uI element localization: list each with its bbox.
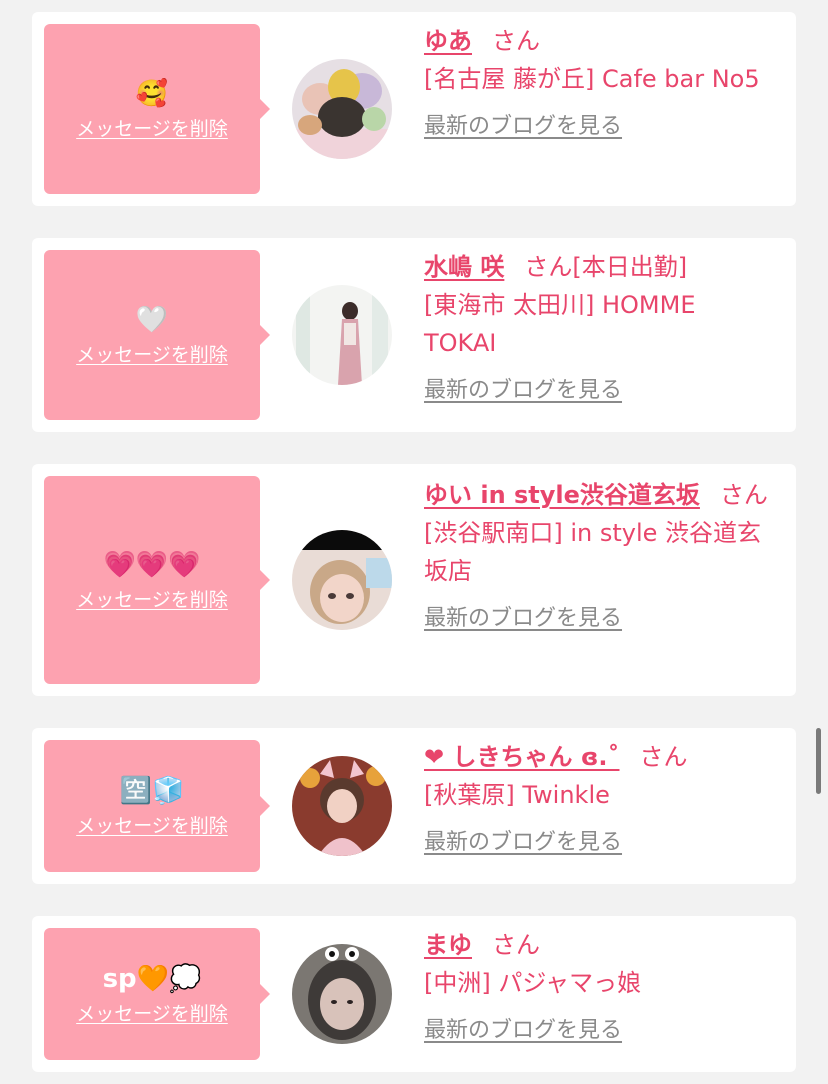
message-card: 🈳🧊 メッセージを削除 ❤ しきちゃん ɞ.˚ さん [秋葉原] Twinkle …	[32, 728, 796, 884]
card-info: ゆい in style渋谷道玄坂 さん [渋谷駅南口] in style 渋谷道玄…	[424, 476, 772, 632]
delete-message-link[interactable]: メッセージを削除	[76, 811, 228, 838]
name-line: ❤ しきちゃん ɞ.˚ さん	[424, 738, 772, 776]
honorific: さん	[492, 931, 540, 959]
message-list: 🥰 メッセージを削除 ゆあ さん [名古屋 藤が丘] Cafe bar No5 最…	[0, 0, 828, 1084]
message-bubble: 💗💗💗 メッセージを削除	[44, 476, 270, 684]
shop-info: [秋葉原] Twinkle	[424, 781, 610, 809]
avatar[interactable]	[292, 530, 392, 630]
shop-info: [渋谷駅南口] in style 渋谷道玄坂店	[424, 519, 762, 585]
latest-blog-link[interactable]: 最新のブログを見る	[424, 824, 622, 856]
card-info: まゆ さん [中洲] パジャマっ娘 最新のブログを見る	[424, 926, 772, 1044]
message-emoji: 🥰	[135, 78, 169, 109]
name-line: 水嶋 咲さん[本日出勤]	[424, 248, 772, 286]
honorific: さん[本日出勤]	[524, 253, 688, 281]
shop-info: [東海市 太田川] HOMME TOKAI	[424, 291, 696, 357]
delete-message-link[interactable]: メッセージを削除	[76, 114, 228, 141]
honorific: さん	[639, 743, 688, 771]
message-emoji: sp🧡💭	[102, 963, 202, 994]
scrollbar[interactable]	[816, 728, 821, 794]
latest-blog-link[interactable]: 最新のブログを見る	[424, 1012, 622, 1044]
message-card: sp🧡💭 メッセージを削除 まゆ さん [中洲] パジャマっ娘 最新のブログを見る	[32, 916, 796, 1072]
name-line: ゆい in style渋谷道玄坂 さん	[424, 476, 772, 514]
message-bubble: 🈳🧊 メッセージを削除	[44, 740, 270, 872]
message-card: 💗💗💗 メッセージを削除 ゆい in style渋谷道玄坂 さん [渋谷駅南口] …	[32, 464, 796, 696]
avatar[interactable]	[292, 59, 392, 159]
delete-message-link[interactable]: メッセージを削除	[76, 340, 228, 367]
shop-info: [中洲] パジャマっ娘	[424, 969, 642, 997]
shop-info: [名古屋 藤が丘] Cafe bar No5	[424, 65, 760, 93]
cast-name-link[interactable]: まゆ	[424, 931, 472, 959]
card-info: 水嶋 咲さん[本日出勤] [東海市 太田川] HOMME TOKAI 最新のブロ…	[424, 248, 772, 404]
avatar[interactable]	[292, 285, 392, 385]
cast-name-link[interactable]: ゆい in style渋谷道玄坂	[424, 481, 700, 509]
latest-blog-link[interactable]: 最新のブログを見る	[424, 600, 622, 632]
message-bubble: 🤍 メッセージを削除	[44, 250, 270, 420]
delete-message-link[interactable]: メッセージを削除	[76, 999, 228, 1026]
message-bubble: sp🧡💭 メッセージを削除	[44, 928, 270, 1060]
latest-blog-link[interactable]: 最新のブログを見る	[424, 372, 622, 404]
message-card: 🥰 メッセージを削除 ゆあ さん [名古屋 藤が丘] Cafe bar No5 最…	[32, 12, 796, 206]
message-emoji: 🤍	[135, 304, 169, 335]
avatar[interactable]	[292, 944, 392, 1044]
message-emoji: 💗💗💗	[103, 549, 201, 580]
delete-message-link[interactable]: メッセージを削除	[76, 585, 228, 612]
message-bubble: 🥰 メッセージを削除	[44, 24, 270, 194]
name-line: まゆ さん	[424, 926, 772, 964]
cast-name-link[interactable]: ❤ しきちゃん ɞ.˚	[424, 743, 620, 771]
honorific: さん	[492, 27, 540, 55]
honorific: さん	[719, 481, 768, 509]
card-info: ゆあ さん [名古屋 藤が丘] Cafe bar No5 最新のブログを見る	[424, 22, 772, 140]
cast-name-link[interactable]: 水嶋 咲	[424, 253, 504, 281]
cast-name-link[interactable]: ゆあ	[424, 27, 472, 55]
message-card: 🤍 メッセージを削除 水嶋 咲さん[本日出勤] [東海市 太田川] HOMME …	[32, 238, 796, 432]
avatar[interactable]	[292, 756, 392, 856]
name-line: ゆあ さん	[424, 22, 772, 60]
message-emoji: 🈳🧊	[119, 775, 185, 806]
latest-blog-link[interactable]: 最新のブログを見る	[424, 108, 622, 140]
card-info: ❤ しきちゃん ɞ.˚ さん [秋葉原] Twinkle 最新のブログを見る	[424, 738, 772, 856]
